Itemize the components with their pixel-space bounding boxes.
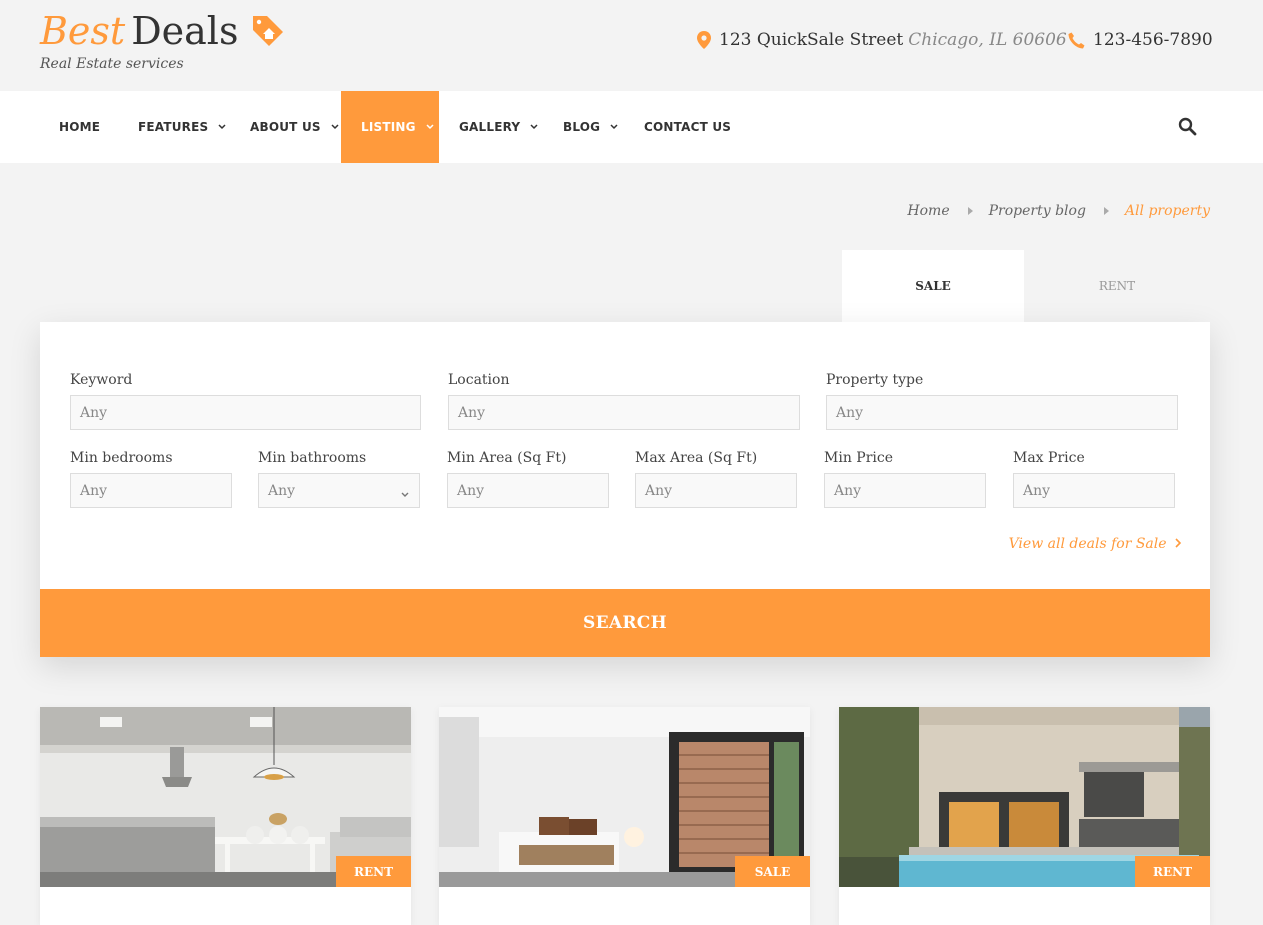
nav-item-label: HOME	[59, 120, 101, 134]
nav-item-blog[interactable]: BLOG	[563, 91, 618, 163]
max-area-input[interactable]: Any	[635, 473, 797, 508]
keyword-placeholder: Any	[80, 404, 108, 421]
keyword-label: Keyword	[70, 372, 133, 388]
min-area-input[interactable]: Any	[447, 473, 609, 508]
listing-badge: SALE	[735, 856, 810, 887]
nav-item-label: FEATURES	[138, 120, 209, 134]
max-price-placeholder: Any	[1023, 482, 1051, 499]
min-bedrooms-placeholder: Any	[80, 482, 108, 499]
property-type-input[interactable]: Any	[826, 395, 1178, 430]
listing-card[interactable]: RENT	[40, 707, 411, 925]
address-street: 123 QuickSale Street	[719, 30, 904, 50]
caret-right-icon	[967, 207, 973, 215]
listing-card[interactable]: SALE	[439, 707, 810, 925]
min-area-placeholder: Any	[457, 482, 485, 499]
min-bathrooms-value: Any	[268, 482, 296, 499]
min-area-label: Min Area (Sq Ft)	[447, 450, 567, 466]
breadcrumb-home[interactable]: Home	[907, 203, 949, 219]
breadcrumb-current: All property	[1124, 203, 1210, 219]
header: Best Deals Real Estate services 123 Quick…	[0, 0, 1263, 91]
max-area-label: Max Area (Sq Ft)	[635, 450, 758, 466]
chevron-down-icon	[218, 124, 226, 130]
map-pin-icon	[697, 31, 711, 49]
location-placeholder: Any	[458, 404, 486, 421]
nav-item-label: GALLERY	[459, 120, 521, 134]
max-area-placeholder: Any	[645, 482, 673, 499]
chevron-right-icon	[1171, 536, 1182, 552]
nav-item-home[interactable]: HOME	[59, 91, 100, 163]
nav-item-about-us[interactable]: ABOUT US	[250, 91, 339, 163]
min-bathrooms-select[interactable]: Any	[258, 473, 420, 508]
breadcrumb: Home Property blog All property	[907, 203, 1210, 219]
address: 123 QuickSale Street Chicago, IL 60606	[697, 30, 1067, 50]
nav-item-gallery[interactable]: GALLERY	[459, 91, 538, 163]
max-price-label: Max Price	[1013, 450, 1085, 466]
min-price-placeholder: Any	[834, 482, 862, 499]
listing-card[interactable]: RENT	[839, 707, 1210, 925]
nav-item-label: BLOG	[563, 120, 601, 134]
min-price-input[interactable]: Any	[824, 473, 986, 508]
property-type-label: Property type	[826, 372, 924, 388]
view-all-label: View all deals for Sale	[1008, 536, 1167, 552]
price-tag-house-icon	[250, 12, 286, 58]
search-icon[interactable]	[1178, 117, 1197, 140]
max-price-input[interactable]: Any	[1013, 473, 1175, 508]
logo-best: Best	[40, 9, 126, 53]
nav-item-label: LISTING	[361, 120, 416, 134]
logo-deals: Deals	[131, 9, 239, 53]
min-bedrooms-label: Min bedrooms	[70, 450, 173, 466]
logo-title: Best Deals	[40, 8, 286, 58]
logo[interactable]: Best Deals Real Estate services	[40, 8, 286, 72]
nav-item-label: CONTACT US	[644, 120, 732, 134]
keyword-input[interactable]: Any	[70, 395, 421, 430]
chevron-down-icon	[426, 124, 434, 130]
chevron-down-icon	[331, 124, 339, 130]
main-nav: HOME FEATURES ABOUT US LISTING GALLERY B…	[0, 91, 1263, 163]
tab-rent[interactable]: RENT	[1024, 250, 1210, 322]
nav-item-contact-us[interactable]: CONTACT US	[644, 91, 731, 163]
chevron-down-icon	[610, 124, 618, 130]
phone-icon	[1068, 32, 1085, 49]
listing-badge: RENT	[336, 856, 411, 887]
chevron-down-icon	[530, 124, 538, 130]
min-price-label: Min Price	[824, 450, 893, 466]
nav-item-listing[interactable]: LISTING	[341, 91, 439, 163]
phone-number: 123-456-7890	[1093, 30, 1213, 50]
property-type-placeholder: Any	[836, 404, 864, 421]
min-bathrooms-label: Min bathrooms	[258, 450, 367, 466]
breadcrumb-property-blog[interactable]: Property blog	[989, 203, 1086, 219]
listing-badge: RENT	[1135, 856, 1210, 887]
nav-item-label: ABOUT US	[250, 120, 321, 134]
location-label: Location	[448, 372, 510, 388]
tab-sale[interactable]: SALE	[842, 250, 1024, 322]
address-city: Chicago, IL 60606	[908, 30, 1067, 50]
search-button[interactable]: SEARCH	[40, 589, 1210, 657]
chevron-down-icon	[401, 486, 409, 502]
caret-right-icon	[1103, 207, 1109, 215]
min-bedrooms-input[interactable]: Any	[70, 473, 232, 508]
search-panel: Keyword Any Location Any Property type A…	[40, 322, 1210, 657]
location-input[interactable]: Any	[448, 395, 800, 430]
nav-item-features[interactable]: FEATURES	[138, 91, 226, 163]
view-all-deals-link[interactable]: View all deals for Sale	[1009, 536, 1182, 552]
logo-tagline: Real Estate services	[40, 56, 184, 72]
phone[interactable]: 123-456-7890	[1068, 30, 1213, 50]
